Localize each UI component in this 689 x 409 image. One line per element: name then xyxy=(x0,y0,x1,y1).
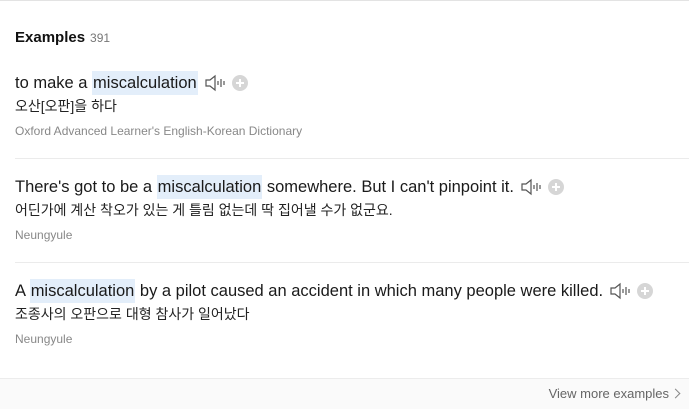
example-source[interactable]: Neungyule xyxy=(15,227,689,243)
example-korean-translation: 오산[오판]을 하다 xyxy=(15,98,117,114)
examples-footer: View more examples xyxy=(0,378,689,409)
add-icon[interactable] xyxy=(637,283,654,299)
example-source[interactable]: Neungyule xyxy=(15,331,689,347)
highlighted-keyword: miscalculation xyxy=(92,71,198,95)
examples-panel: Examples 391 to make a miscalculation 오산… xyxy=(0,0,689,409)
example-english-sentence: A miscalculation by a pilot caused an ac… xyxy=(15,279,689,303)
example-item: to make a miscalculation 오산[오판]을 하다 Oxfo… xyxy=(15,71,689,139)
examples-title: Examples xyxy=(15,29,86,46)
highlighted-keyword: miscalculation xyxy=(156,175,263,199)
example-english-sentence: to make a miscalculation xyxy=(15,71,689,95)
sentence-text-before: There's got to be a xyxy=(15,178,157,196)
chevron-right-icon xyxy=(670,388,681,399)
sentence-text-before: A xyxy=(15,282,30,300)
add-icon[interactable] xyxy=(231,75,248,91)
view-more-label: View more examples xyxy=(548,386,669,401)
speaker-icon[interactable] xyxy=(609,282,631,300)
speaker-icon[interactable] xyxy=(204,74,226,92)
examples-header: Examples 391 xyxy=(15,29,110,47)
example-divider xyxy=(15,262,689,263)
example-english-sentence: There's got to be a miscalculation somew… xyxy=(15,175,689,199)
example-source[interactable]: Oxford Advanced Learner's English-Korean… xyxy=(15,123,689,139)
example-item: There's got to be a miscalculation somew… xyxy=(15,175,689,243)
add-icon[interactable] xyxy=(547,179,564,195)
example-korean-translation: 어딘가에 계산 착오가 있는 게 틀림 없는데 딱 집어낼 수가 없군요. xyxy=(15,202,393,218)
example-item: A miscalculation by a pilot caused an ac… xyxy=(15,279,689,347)
top-divider xyxy=(0,0,689,1)
speaker-icon[interactable] xyxy=(520,178,542,196)
view-more-examples-link[interactable]: View more examples xyxy=(548,386,681,401)
highlighted-keyword: miscalculation xyxy=(29,279,136,303)
examples-count: 391 xyxy=(90,31,111,45)
sentence-text-after: by a pilot caused an accident in which m… xyxy=(135,282,604,300)
example-divider xyxy=(15,158,689,159)
sentence-text-before: to make a xyxy=(15,74,93,92)
example-korean-translation: 조종사의 오판으로 대형 참사가 일어났다 xyxy=(15,306,250,322)
sentence-text-after: somewhere. But I can't pinpoint it. xyxy=(262,178,514,196)
